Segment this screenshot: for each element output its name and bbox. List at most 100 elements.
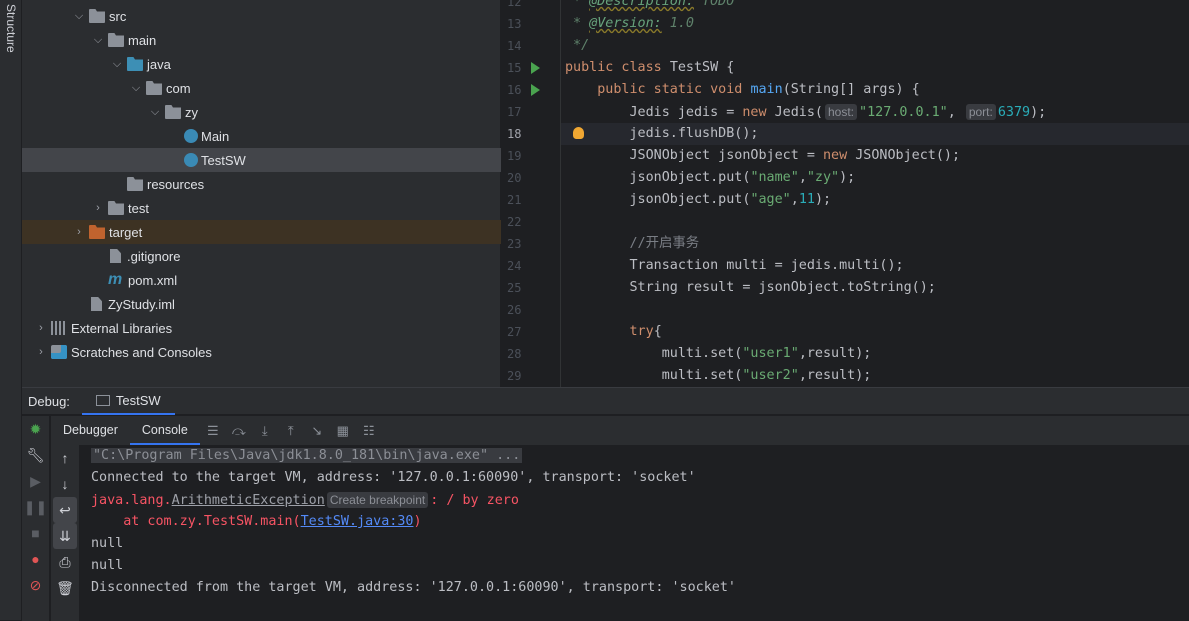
tree-item-label: main [128,32,157,48]
code-token: { [653,324,662,339]
wrench-icon[interactable]: 🔧︎ [22,442,49,468]
editor-gutter: 12 13 14 15 16 17 18 19 20 21 22 23 24 25 26 27 28 29 [501,0,561,387]
run-to-cursor-icon[interactable]: ↘ [304,423,330,439]
console-stack-line: at com.zy.TestSW.main(TestSW.java:30) [91,511,1189,533]
line-number: 24 [507,259,522,273]
line-number: 17 [507,105,522,119]
code-editor[interactable]: 12 13 14 15 16 17 18 19 20 21 22 23 24 25 26 27 28 29 * @… [501,0,1189,387]
chevron-down-icon[interactable]: ⌵ [91,34,105,47]
maven-icon: m [108,271,123,288]
tree-item[interactable]: ZyStudy.iml [22,292,501,316]
code-token: new [742,105,775,120]
resume-icon[interactable]: ▶ [22,468,49,494]
chevron-right-icon[interactable]: › [91,202,105,214]
line-number: 21 [507,193,522,207]
code-token: ,result); [798,368,872,383]
parameter-hint: port: [965,104,996,120]
step-over-icon[interactable]: ⤼ [226,423,252,439]
tree-item[interactable]: › target [22,220,501,244]
code-token: public class [565,60,670,75]
chevron-right-icon[interactable]: › [34,322,48,334]
stack-source-link[interactable]: TestSW.java:30 [301,514,414,529]
structure-tool-button[interactable]: Structure [4,4,18,53]
chevron-right-icon[interactable]: › [72,226,86,238]
tree-item[interactable]: › External Libraries [22,316,501,340]
exception-name[interactable]: ArithmeticException [172,493,325,508]
tree-item-label: Main [201,128,230,144]
scroll-down-icon[interactable]: ↓ [51,471,79,497]
code-token: "zy" [806,170,840,185]
scroll-up-icon[interactable]: ↑ [51,445,79,471]
code-token: jedis.flushDB(); [565,126,759,141]
code-token: multi.set( [565,346,743,361]
tree-item[interactable]: .gitignore [22,244,501,268]
console-line: null [91,558,124,573]
soft-wrap-icon[interactable]: ↩ [53,497,77,523]
tree-item[interactable]: Main [22,124,501,148]
code-line: multi.set("user2",result); [565,365,872,387]
resources-folder-icon [127,177,143,191]
code-token: "user2" [742,368,799,383]
code-token: TestSW { [669,60,735,75]
tree-item[interactable]: m pom.xml [22,268,501,292]
mute-breakpoints-icon[interactable]: ⊘ [22,572,49,598]
folder-blue-icon [127,57,143,71]
view-breakpoints-icon[interactable]: ● [22,546,49,572]
console-output[interactable]: "C:\Program Files\Java\jdk1.8.0_181\bin\… [91,445,1189,621]
ignored-file-icon [110,249,121,263]
exception-package: java.lang. [91,493,172,508]
stop-icon[interactable]: ■ [22,520,49,546]
line-number: 12 [507,0,522,9]
trash-icon[interactable]: 🗑︎ [51,575,79,601]
tree-item[interactable]: TestSW [22,148,501,172]
debug-session-tab[interactable]: TestSW [81,388,175,415]
tree-item[interactable]: ⌵ src [22,4,501,28]
chevron-down-icon[interactable]: ⌵ [148,106,162,119]
trace-icon[interactable]: ☷ [356,423,382,439]
chevron-down-icon[interactable]: ⌵ [110,58,124,71]
tree-item[interactable]: ⌵ zy [22,100,501,124]
code-token: String result = jsonObject.toString(); [565,280,936,295]
run-gutter-icon[interactable] [531,62,540,74]
chevron-down-icon[interactable]: ⌵ [72,10,86,23]
tree-item[interactable]: resources [22,172,501,196]
code-token: ); [1030,105,1047,120]
tree-item[interactable]: ⌵ main [22,28,501,52]
chevron-right-icon[interactable]: › [34,346,48,358]
scroll-to-end-icon[interactable]: ⇊ [53,523,77,549]
tab-debugger[interactable]: Debugger [51,416,130,445]
evaluate-expression-icon[interactable]: ▦ [330,423,356,439]
tree-item[interactable]: ⌵ java [22,52,501,76]
line-number: 25 [507,281,522,295]
line-number: 20 [507,171,522,185]
chevron-down-icon[interactable]: ⌵ [129,82,143,95]
run-gutter-icon[interactable] [531,84,540,96]
code-token: Transaction multi = jedis.multi(); [565,258,904,273]
step-into-icon[interactable]: ⤓ [252,423,278,439]
tab-console[interactable]: Console [129,416,200,445]
create-breakpoint-button[interactable]: Create breakpoint [326,492,429,508]
tree-item[interactable]: ⌵ com [22,76,501,100]
console-window-icon [95,394,110,406]
code-token: @Version: [589,16,662,31]
pause-icon[interactable]: ❚❚ [22,494,49,520]
step-out-icon[interactable]: ⤒ [278,423,304,439]
debug-side-toolbar: ✹ 🔧︎ ▶ ❚❚ ■ ● ⊘ [22,416,50,621]
tree-item[interactable]: › test [22,196,501,220]
tree-item-label: test [128,200,149,216]
line-number: 14 [507,39,522,53]
code-line: try{ [565,321,662,343]
tree-item[interactable]: › Scratches and Consoles [22,340,501,364]
menu-icon[interactable]: ☰ [200,423,226,439]
code-token: , [947,105,964,120]
print-icon[interactable]: ⎙ [51,549,79,575]
debug-label: Debug: [28,393,70,409]
code-token: ); [839,170,856,185]
debug-bug-icon[interactable]: ✹ [22,416,49,442]
package-icon [146,81,162,95]
package-icon [165,105,181,119]
tree-item-label: src [109,8,127,24]
line-number: 18 [507,127,522,141]
code-token: ,result); [798,346,872,361]
folder-icon [108,33,124,47]
